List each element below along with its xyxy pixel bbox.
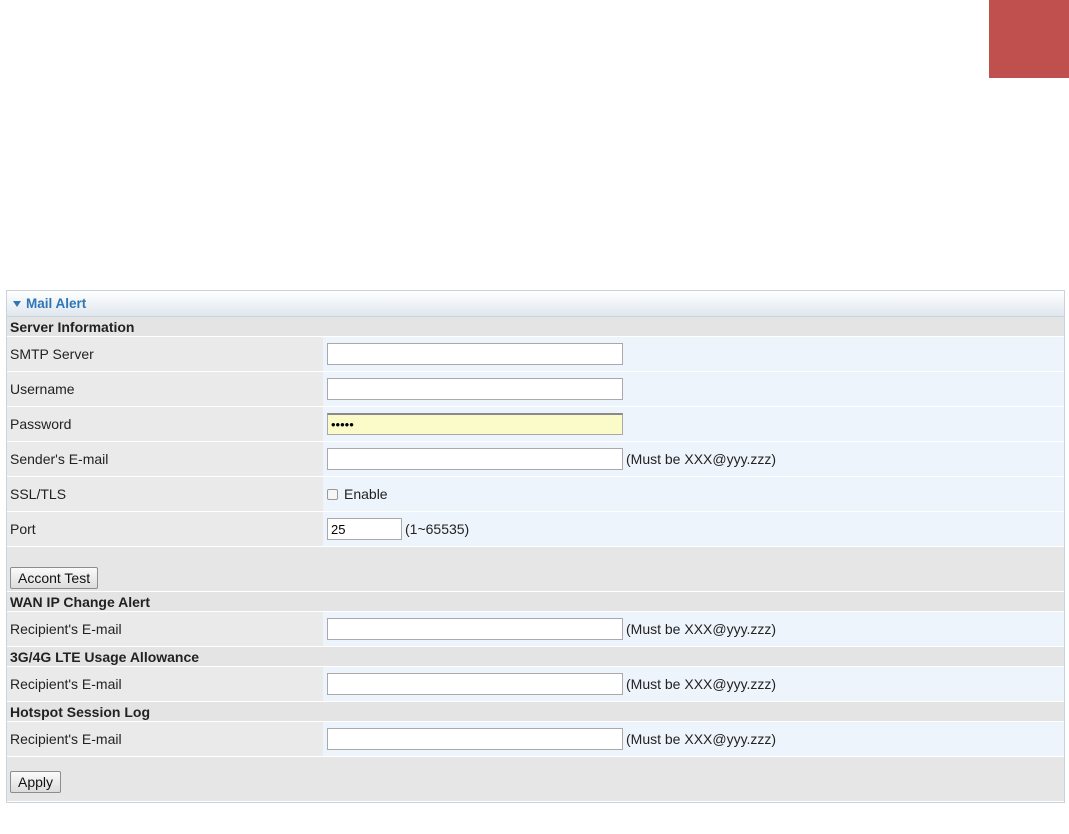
sender-email-input[interactable] [327, 448, 623, 470]
account-test-button[interactable]: Accont Test [10, 567, 99, 589]
port-hint: (1~65535) [405, 521, 470, 537]
hotspot-recipient-input[interactable] [327, 728, 623, 750]
apply-button[interactable]: Apply [10, 771, 62, 793]
account-test-row: Accont Test [7, 547, 1064, 592]
smtp-server-label: SMTP Server [7, 337, 323, 371]
ssl-tls-enable-label[interactable]: Enable [344, 486, 388, 502]
password-row: Password [7, 407, 1064, 442]
username-row: Username [7, 372, 1064, 407]
wan-ip-recipient-row: Recipient's E-mail (Must be XXX@yyy.zzz) [7, 612, 1064, 647]
lte-recipient-row: Recipient's E-mail (Must be XXX@yyy.zzz) [7, 667, 1064, 702]
password-label: Password [7, 407, 323, 441]
sender-email-label: Sender's E-mail [7, 442, 323, 476]
wan-ip-recipient-input[interactable] [327, 618, 623, 640]
wan-ip-recipient-label: Recipient's E-mail [7, 612, 323, 646]
port-input[interactable] [327, 518, 402, 540]
ssl-tls-label: SSL/TLS [7, 477, 323, 511]
hotspot-recipient-label: Recipient's E-mail [7, 722, 323, 756]
port-row: Port (1~65535) [7, 512, 1064, 547]
mail-alert-panel: Mail Alert Server Information SMTP Serve… [6, 290, 1065, 803]
password-input[interactable] [327, 413, 623, 435]
panel-title: Mail Alert [26, 295, 87, 311]
section-header-hotspot-session-log: Hotspot Session Log [7, 702, 1064, 722]
sender-email-row: Sender's E-mail (Must be XXX@yyy.zzz) [7, 442, 1064, 477]
section-header-server-information: Server Information [7, 317, 1064, 337]
lte-recipient-hint: (Must be XXX@yyy.zzz) [626, 676, 777, 692]
username-input[interactable] [327, 378, 623, 400]
port-label: Port [7, 512, 323, 546]
wan-ip-recipient-hint: (Must be XXX@yyy.zzz) [626, 621, 777, 637]
corner-color-block [989, 0, 1069, 78]
hotspot-recipient-row: Recipient's E-mail (Must be XXX@yyy.zzz) [7, 722, 1064, 757]
apply-row: Apply [7, 757, 1064, 802]
smtp-server-input[interactable] [327, 343, 623, 365]
section-header-wan-ip-change-alert: WAN IP Change Alert [7, 592, 1064, 612]
lte-recipient-label: Recipient's E-mail [7, 667, 323, 701]
section-header-lte-usage-allowance: 3G/4G LTE Usage Allowance [7, 647, 1064, 667]
lte-recipient-input[interactable] [327, 673, 623, 695]
hotspot-recipient-hint: (Must be XXX@yyy.zzz) [626, 731, 777, 747]
panel-title-bar[interactable]: Mail Alert [7, 291, 1064, 317]
sender-email-hint: (Must be XXX@yyy.zzz) [626, 451, 777, 467]
collapse-triangle-icon[interactable] [13, 301, 21, 307]
smtp-server-row: SMTP Server [7, 337, 1064, 372]
ssl-tls-row: SSL/TLS Enable [7, 477, 1064, 512]
username-label: Username [7, 372, 323, 406]
ssl-tls-enable-checkbox[interactable] [327, 488, 338, 500]
